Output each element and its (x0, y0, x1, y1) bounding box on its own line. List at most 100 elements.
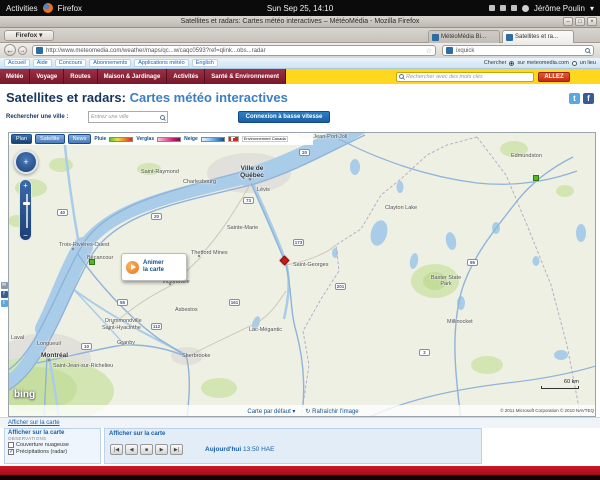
map-canvas[interactable]: Plan Satellite News Pluie Verglas Neige … (8, 132, 596, 417)
search-icon[interactable] (585, 48, 590, 53)
site-utility-bar: Accueil Aide Concours Abonnements Applic… (0, 58, 600, 69)
map-label: Asbestos (175, 307, 198, 313)
animate-map-button[interactable]: Animerla carte (121, 253, 187, 281)
view-tab-news[interactable]: News (68, 134, 92, 144)
twitter-icon[interactable]: t (569, 93, 580, 104)
route-shield: 73 (243, 197, 254, 204)
facebook-share-icon[interactable]: f (1, 291, 8, 298)
link-aide[interactable]: Aide (33, 59, 52, 67)
environment-canada-logo: Environnement Canada (242, 136, 288, 142)
maximize-button[interactable]: □ (575, 17, 585, 26)
default-map-link[interactable]: Carte par défaut ▾ (247, 408, 295, 415)
show-on-map-bar: Afficher sur la carte (0, 417, 600, 428)
firefox-menu-button[interactable]: Firefox ▾ (4, 30, 54, 41)
nav-tab-sante-environnement[interactable]: Santé & Environnement (205, 69, 286, 84)
close-button[interactable]: × (587, 17, 597, 26)
left-panel-title: Afficher sur la carte (5, 429, 100, 436)
browser-toolbar: ← → http://www.meteomedia.com/weather/ma… (0, 43, 600, 58)
nav-tab-voyage[interactable]: Voyage (30, 69, 64, 84)
keyword-search-input[interactable]: Rechercher avec des mots clés (396, 72, 534, 82)
user-menu[interactable]: Jérôme Poulin (534, 4, 585, 13)
nav-tab-routes[interactable]: Routes (64, 69, 97, 84)
legend-gradient-rain (109, 137, 133, 142)
map-scale: 60 km (541, 379, 579, 389)
minimize-button[interactable]: – (563, 17, 573, 26)
volume-icon[interactable] (489, 5, 495, 11)
scope-option-place[interactable]: un lieu (580, 60, 596, 66)
station-marker-green[interactable] (533, 175, 539, 181)
user-avatar-icon (522, 5, 529, 12)
facebook-icon[interactable]: f (583, 93, 594, 104)
playback-controls: |◀ ◀ ■ ▶ ▶| (110, 444, 183, 455)
map-label: Granby (117, 340, 135, 346)
search-icon[interactable] (160, 115, 165, 120)
map-label: Millinocket (447, 319, 473, 325)
zoom-out-icon[interactable]: − (20, 231, 31, 240)
back-button[interactable]: ← (4, 44, 16, 56)
allez-button[interactable]: ALLEZ (538, 72, 570, 82)
right-panel-title: Afficher sur la carte (105, 429, 481, 437)
map-compass-control[interactable]: + (14, 150, 38, 174)
route-shield: 55 (117, 299, 128, 306)
map-label: Laval (11, 335, 24, 341)
twitter-share-icon[interactable]: t (1, 300, 8, 307)
link-concours[interactable]: Concours (55, 59, 87, 67)
map-label: Saint-Hyacinthe (102, 325, 141, 331)
map-graphics (9, 133, 596, 417)
city-search-input[interactable]: Entrez une ville (88, 111, 168, 123)
refresh-map-link[interactable]: ↻ Rafraîchir l'image (305, 408, 358, 415)
battery-icon[interactable] (511, 5, 517, 11)
tab-favicon (432, 34, 439, 41)
network-icon[interactable] (500, 5, 506, 11)
radar-precip-label: Précipitations (radar) (16, 449, 67, 455)
low-speed-connection-button[interactable]: Connexion à basse vitesse (238, 111, 330, 123)
station-marker-green[interactable] (89, 259, 95, 265)
bottom-edge (0, 475, 600, 480)
tab-favicon (506, 34, 513, 41)
search-icon (399, 74, 404, 79)
stop-button[interactable]: ■ (140, 444, 153, 455)
bookmark-star-icon[interactable]: ☆ (426, 47, 432, 55)
radar-precip-checkbox[interactable] (8, 449, 14, 455)
window-titlebar[interactable]: Satellites et radars: Cartes météo inter… (0, 16, 600, 28)
radio-site-scope[interactable] (509, 61, 514, 66)
bing-logo[interactable]: bing (14, 389, 35, 400)
radio-place-scope[interactable] (572, 61, 577, 66)
search-engine-icon[interactable] (446, 47, 453, 54)
map-copyright: © 2011 Microsoft Corporation © 2010 NAVT… (500, 408, 594, 413)
route-shield: 40 (57, 209, 68, 216)
email-share-icon[interactable]: ✉ (1, 282, 8, 289)
site-footer-bar (0, 466, 600, 475)
link-english[interactable]: English (192, 59, 218, 67)
keyword-placeholder: Rechercher avec des mots clés (406, 74, 483, 80)
show-on-map-link[interactable]: Afficher sur la carte (8, 420, 60, 426)
link-accueil[interactable]: Accueil (4, 59, 30, 67)
forward-button[interactable]: → (18, 46, 27, 55)
view-tab-plan[interactable]: Plan (11, 134, 32, 144)
skip-end-button[interactable]: ▶| (170, 444, 183, 455)
route-shield: 173 (293, 239, 304, 246)
nav-tab-activites[interactable]: Activités (167, 69, 205, 84)
map-zoom-slider[interactable]: + − (19, 179, 32, 241)
browser-search-bar[interactable]: ixquick (442, 45, 594, 56)
zoom-knob[interactable] (23, 202, 30, 205)
nav-tab-maison-jardinage[interactable]: Maison & Jardinage (98, 69, 168, 84)
zoom-in-icon[interactable]: + (20, 181, 31, 190)
url-bar[interactable]: http://www.meteomedia.com/weather/maps/q… (32, 45, 436, 56)
link-abonnements[interactable]: Abonnements (89, 59, 131, 67)
browser-tab-satellites-active[interactable]: Satellites et ra... (502, 30, 574, 43)
canada-flag-icon (228, 136, 239, 142)
view-tab-satellite[interactable]: Satellite (35, 134, 65, 144)
link-applications-meteo[interactable]: Applications météo (134, 59, 188, 67)
map-label: Drummondville (105, 318, 142, 324)
browser-tab-meteomedia[interactable]: MétéoMédia Bi... (428, 30, 500, 43)
legend-gradient-snow (201, 137, 225, 142)
nav-tab-meteo[interactable]: Météo (0, 69, 30, 84)
step-back-button[interactable]: ◀ (125, 444, 138, 455)
route-shield: 201 (335, 283, 346, 290)
scope-option-site[interactable]: sur meteomedia.com (517, 60, 568, 66)
skip-start-button[interactable]: |◀ (110, 444, 123, 455)
play-button[interactable]: ▶ (155, 444, 168, 455)
tab-strip: Firefox ▾ MétéoMédia Bi... Satellites et… (0, 28, 600, 43)
route-shield: 95 (467, 259, 478, 266)
